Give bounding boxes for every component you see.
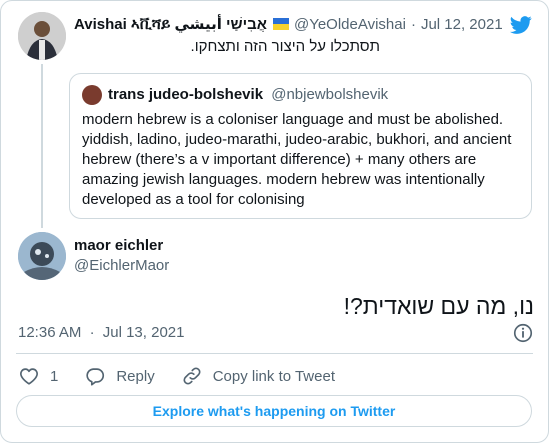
quoted-author-handle: @nbjewbolshevik xyxy=(271,86,389,103)
twitter-bird-icon[interactable] xyxy=(508,14,534,36)
header-separator: · xyxy=(410,15,416,33)
reply-label: Reply xyxy=(116,367,155,385)
tweet-text: תסתכלו על היצור הזה ותצחקו. xyxy=(190,38,380,55)
heart-icon xyxy=(20,368,38,385)
quoted-tweet[interactable]: trans judeo-bolshevik @nbjewbolshevik mo… xyxy=(69,73,532,219)
action-bar: 1 Reply Copy link to Tweet xyxy=(18,364,361,388)
reply-icon xyxy=(86,368,105,386)
info-icon[interactable] xyxy=(512,322,534,344)
divider xyxy=(16,353,533,354)
reply-author-handle[interactable]: @EichlerMaor xyxy=(74,257,169,274)
quoted-tweet-header: trans judeo-bolshevik @nbjewbolshevik xyxy=(108,86,388,103)
quoted-author-name: trans judeo-bolshevik xyxy=(108,86,264,103)
thread-connector-line xyxy=(41,64,43,228)
tweet-date[interactable]: Jul 12, 2021 xyxy=(421,16,503,33)
reply-text: נו, מה עם שואדית?! xyxy=(343,293,534,319)
reply-author-avatar[interactable] xyxy=(18,232,66,280)
reply-date: Jul 13, 2021 xyxy=(102,324,185,341)
reply-time: 12:36 AM xyxy=(18,324,82,341)
author-handle[interactable]: @YeOldeAvishai xyxy=(294,16,406,33)
explore-twitter-button[interactable]: Explore what's happening on Twitter xyxy=(16,395,532,427)
author-name[interactable]: Avishai ኣቪሻይ אֲבִישַׁי أبيشي xyxy=(74,15,267,33)
author-avatar[interactable] xyxy=(18,12,66,60)
timestamp-separator: · xyxy=(89,324,95,341)
reply-timestamp[interactable]: 12:36 AM · Jul 13, 2021 xyxy=(18,324,184,341)
link-icon xyxy=(183,367,201,385)
like-count: 1 xyxy=(50,367,59,385)
copy-link-button[interactable]: Copy link to Tweet xyxy=(181,365,335,387)
reply-author-name[interactable]: maor eichler xyxy=(74,237,163,254)
tweet-header: Avishai ኣቪሻይ אֲבִישַׁי أبيشي @YeOldeAvis… xyxy=(74,14,503,34)
like-button[interactable]: 1 xyxy=(18,365,58,387)
ukraine-flag-icon xyxy=(272,18,289,30)
copy-link-label: Copy link to Tweet xyxy=(212,367,335,385)
quoted-author-avatar xyxy=(82,85,102,105)
reply-button[interactable]: Reply xyxy=(84,365,155,387)
quoted-tweet-text: modern hebrew is a coloniser language an… xyxy=(82,111,512,208)
